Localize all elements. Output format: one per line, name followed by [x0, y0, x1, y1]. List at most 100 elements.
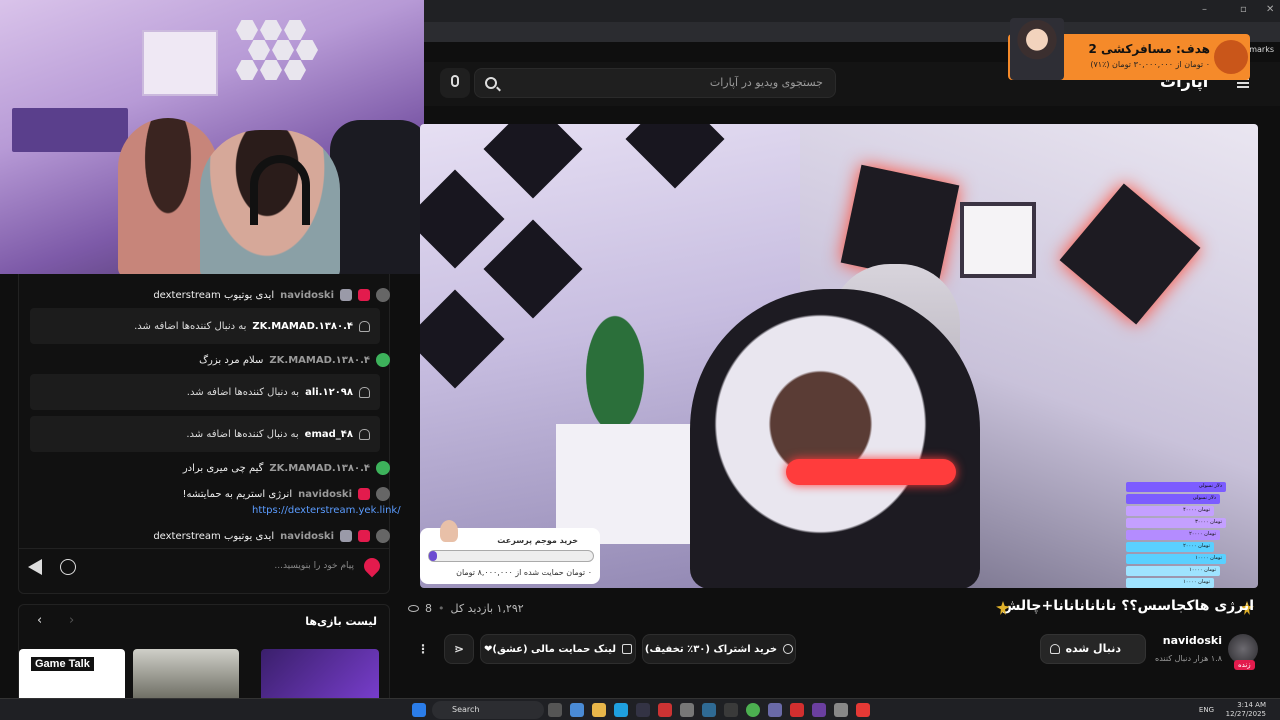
game-list: لیست بازی‌ها › ‹ Game Talk — [18, 604, 390, 704]
aparat-drop-icon — [360, 554, 384, 578]
wall-poster — [142, 30, 218, 96]
chat-text: ایدی یوتیوب dexterstream — [153, 289, 275, 301]
language-indicator[interactable]: ENG — [1199, 706, 1214, 714]
chat-link[interactable]: https://dexterstream.yek.link/ — [252, 505, 401, 516]
leaderboard-row: دلار نسولی — [1126, 494, 1220, 504]
donate-widget: خرید موجم پرسرعت ۰ تومان حمایت شده از ۸,… — [420, 520, 600, 584]
chrome-icon[interactable] — [746, 703, 760, 717]
app-icon[interactable] — [680, 703, 694, 717]
follow-label: دنبال شده — [1065, 642, 1121, 655]
live-badge: زنده — [1234, 660, 1255, 670]
maximize-icon[interactable]: ▫ — [1240, 4, 1247, 15]
game-card[interactable] — [133, 649, 239, 703]
leaderboard-row: تومان ۲۰۰۰۰ — [1126, 542, 1214, 552]
follower-count: ۱.۸ هزار دنبال کننده — [1155, 654, 1222, 663]
browser-title-bar: – ▫ ✕ — [424, 0, 1280, 22]
game-list-title: لیست بازی‌ها — [305, 615, 377, 628]
steam-icon[interactable] — [636, 703, 650, 717]
donor-leaderboard: دلار نسولی دلار نسولی تومان ۴۰۰۰۰ تومان ۳۰۰… — [1126, 482, 1236, 588]
badge-icon — [358, 289, 370, 301]
app-icon[interactable] — [724, 703, 738, 717]
minimize-icon[interactable]: – — [1202, 4, 1207, 15]
user-avatar — [376, 461, 390, 475]
watcher-count: 8 — [425, 602, 432, 615]
chat-username[interactable]: navidoski — [298, 489, 352, 500]
notice-text: به دنبال کننده‌ها اضافه شد. — [186, 428, 299, 440]
chat-text: انرژی استریم به حمایتشه! — [182, 488, 293, 500]
youtube-icon[interactable] — [856, 703, 870, 717]
chat-username[interactable]: navidoski — [280, 531, 334, 542]
chat-username[interactable]: ZK.MAMAD.۱۳۸۰.۴ — [269, 463, 370, 474]
chat-text: سلام مرد بزرگ — [199, 354, 264, 366]
bell-icon[interactable] — [1050, 644, 1060, 654]
subscribe-button[interactable]: خرید اشتراک (۳۰٪ تخفیف) — [642, 634, 796, 664]
more-options-button[interactable]: ⋮ — [408, 634, 438, 664]
donate-amount: ۰ تومان حمایت شده از ۸,۰۰۰,۰۰۰ تومان — [456, 568, 592, 577]
leaderboard-row: تومان ۲۰۰۰۰ — [1126, 530, 1220, 540]
support-link-label: لینک حمایت مالی (عشق)❤ — [484, 643, 616, 655]
share-button[interactable]: ⋖ — [444, 634, 474, 664]
badge-icon — [358, 530, 370, 542]
edge-icon[interactable] — [614, 703, 628, 717]
streamer — [690, 289, 980, 588]
doll-icon — [440, 520, 458, 542]
chevron-right-icon[interactable]: › — [69, 613, 74, 628]
share-icon: ⋖ — [453, 642, 465, 656]
chat-username[interactable]: emad_۴۸ — [305, 429, 353, 440]
task-view-icon[interactable] — [548, 703, 562, 717]
chat-text: گیم چی میری برادر — [182, 462, 264, 474]
send-icon[interactable] — [28, 559, 42, 575]
app-icon[interactable] — [834, 703, 848, 717]
game-card[interactable]: Game Talk — [19, 649, 125, 703]
taskbar-search[interactable]: Search — [432, 701, 544, 719]
hex-shelf — [284, 20, 306, 40]
support-link-button[interactable]: لینک حمایت مالی (عشق)❤ — [480, 634, 636, 664]
chat-message: ZK.MAMAD.۱۳۸۰.۴ گیم چی میری برادر — [30, 461, 390, 475]
cartoon-avatar — [1010, 18, 1064, 80]
user-avatar — [376, 288, 390, 302]
file-explorer-icon[interactable] — [592, 703, 606, 717]
chat-username[interactable]: navidoski — [280, 290, 334, 301]
follow-notice: ZK.MAMAD.۱۳۸۰.۴ به دنبال کننده‌ها اضافه … — [30, 308, 380, 344]
game-card[interactable] — [261, 649, 379, 703]
chat-username[interactable]: ZK.MAMAD.۱۳۸۰.۴ — [269, 355, 370, 366]
windows-start-icon[interactable] — [412, 703, 426, 717]
leaderboard-row: دلار نسولی — [1126, 482, 1226, 492]
chat-username[interactable]: ali.۱۲۰۹۸ — [305, 387, 353, 398]
search-placeholder: جستجوی ویدیو در آپارات — [709, 76, 823, 89]
app-icon[interactable] — [702, 703, 716, 717]
leaderboard-row: تومان ۳۰۰۰۰ — [1126, 518, 1226, 528]
channel-name[interactable]: navidoski — [1163, 634, 1222, 647]
microphone — [786, 459, 956, 485]
chevron-left-icon[interactable]: ‹ — [37, 613, 42, 628]
search-icon[interactable] — [485, 77, 497, 89]
app-icon[interactable] — [790, 703, 804, 717]
follow-button[interactable]: دنبال شده — [1040, 634, 1146, 664]
search-input[interactable]: جستجوی ویدیو در آپارات — [474, 68, 836, 98]
user-icon — [783, 644, 794, 654]
app-icon[interactable] — [812, 703, 826, 717]
game-card-label: Game Talk — [31, 657, 94, 671]
chat-placeholder: پیام خود را بنویسید... — [274, 561, 354, 571]
chat-username[interactable]: ZK.MAMAD.۱۳۸۰.۴ — [252, 321, 353, 332]
christmas-tree — [570, 284, 660, 434]
app-icon[interactable] — [658, 703, 672, 717]
eye-icon — [408, 605, 419, 612]
clock-date: 12/27/2025 — [1225, 710, 1266, 718]
chat-input[interactable]: پیام خود را بنویسید... — [18, 548, 390, 586]
webcam-overlay — [0, 0, 424, 274]
obs-icon[interactable] — [768, 703, 782, 717]
app-icon[interactable] — [570, 703, 584, 717]
user-avatar — [376, 353, 390, 367]
bell-icon — [359, 386, 370, 398]
close-icon[interactable]: ✕ — [1266, 4, 1274, 15]
video-player[interactable]: خرید موجم پرسرعت ۰ تومان حمایت شده از ۸,… — [420, 124, 1258, 588]
voice-search-button[interactable] — [440, 68, 470, 98]
emoji-icon[interactable] — [60, 559, 76, 575]
bell-icon — [359, 320, 370, 332]
clock[interactable]: 3:14 AM 12/27/2025 — [1226, 701, 1266, 719]
headset — [250, 155, 310, 225]
external-link-icon — [621, 644, 632, 654]
donate-progress-bar — [428, 550, 594, 562]
chat-message: navidoski ایدی یوتیوب dexterstream — [30, 288, 390, 302]
